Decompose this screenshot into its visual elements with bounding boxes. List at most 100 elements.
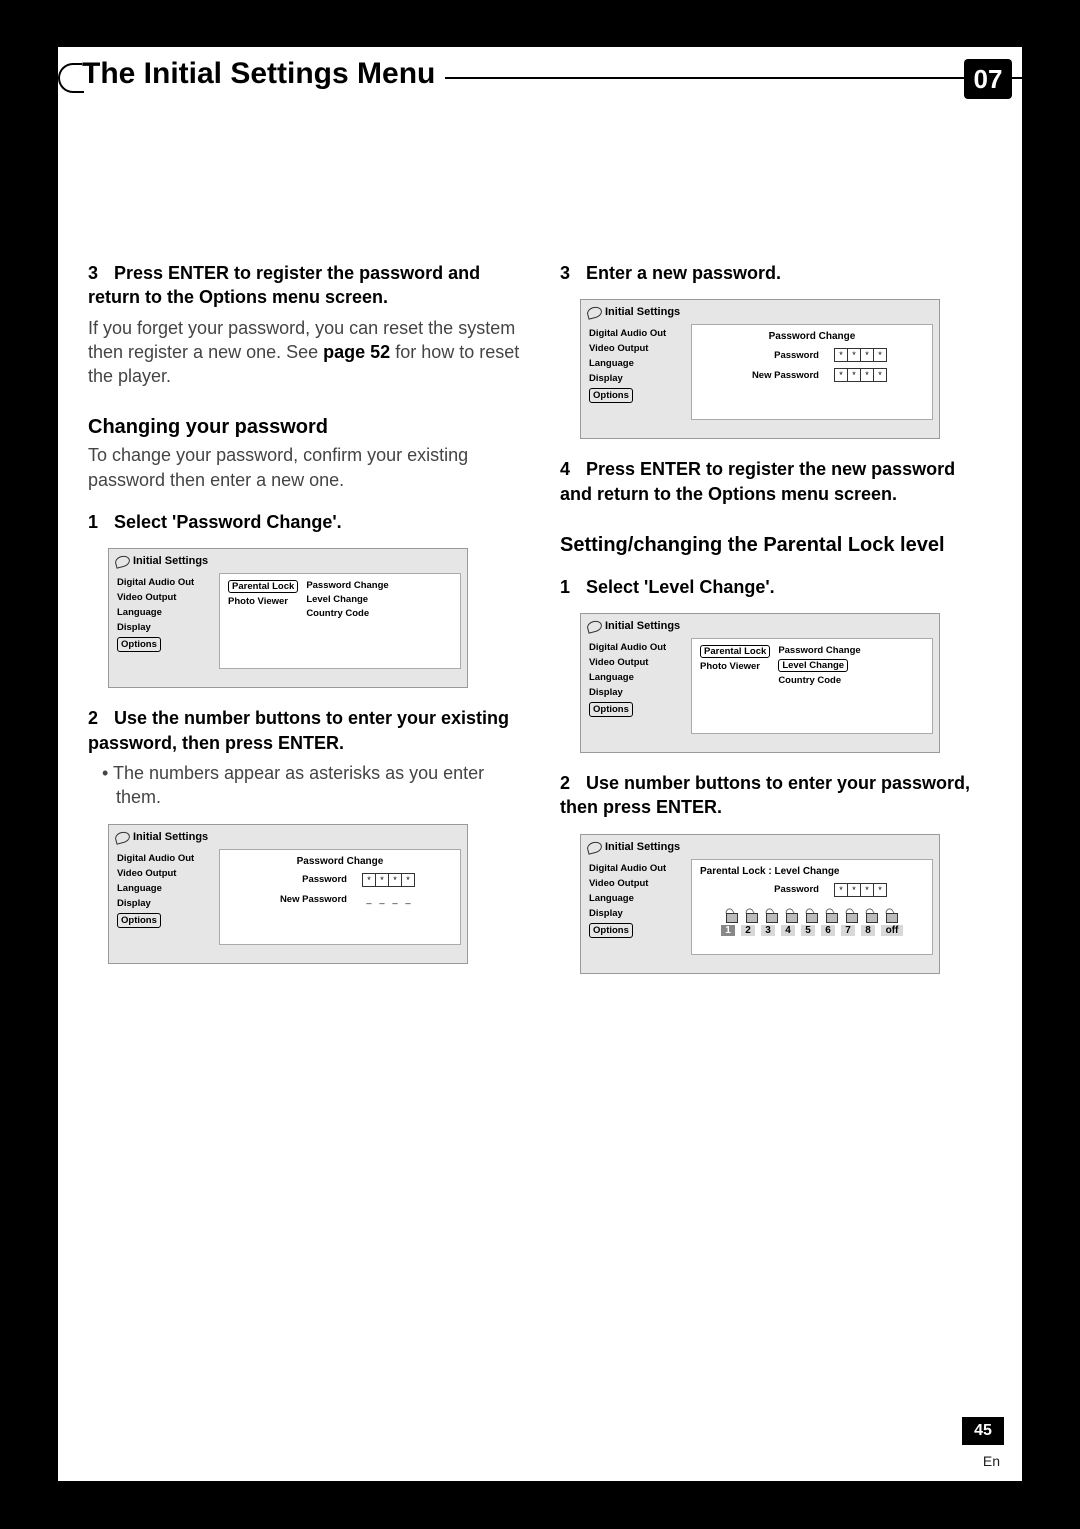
change-desc: To change your password, confirm your ex… <box>88 443 520 492</box>
sidebar-item: Language <box>587 891 685 906</box>
step-2-right: 2Use number buttons to enter your passwo… <box>560 771 992 820</box>
step-2-left: 2Use the number buttons to enter your ex… <box>88 706 520 755</box>
ui-level-change-menu: Initial Settings Digital Audio Out Video… <box>580 613 940 753</box>
forgot-text: If you forget your password, you can res… <box>88 316 520 389</box>
ui-sidebar: Digital Audio Out Video Output Language … <box>109 847 219 947</box>
ui-sidebar: Digital Audio Out Video Output Language … <box>581 322 691 422</box>
ui-level-change-password: Initial Settings Digital Audio Out Video… <box>580 834 940 974</box>
sidebar-item: Video Output <box>587 876 685 891</box>
level-3: 3 <box>761 925 775 936</box>
page-ref: page 52 <box>323 342 390 362</box>
level-6: 6 <box>821 925 835 936</box>
sidebar-digital-audio: Digital Audio Out <box>115 575 213 590</box>
step-4-text: Press ENTER to register the new password… <box>560 459 955 503</box>
sidebar-options-selected: Options <box>589 388 633 403</box>
sidebar-item: Digital Audio Out <box>587 640 685 655</box>
manual-page: The Initial Settings Menu 07 3 Press ENTE… <box>58 47 1022 1481</box>
pw-cells-empty <box>363 893 415 907</box>
step-3-left: 3Press ENTER to register the password an… <box>88 261 520 310</box>
menu-country-code: Country Code <box>778 675 860 686</box>
sidebar-item: Language <box>115 881 213 896</box>
sidebar-item: Video Output <box>115 866 213 881</box>
ui-title: Initial Settings <box>581 300 939 322</box>
newpw-label: New Password <box>265 894 347 905</box>
step-3r-text: Enter a new password. <box>586 263 781 283</box>
sidebar-options-selected: Options <box>117 637 161 652</box>
menu-country-code: Country Code <box>306 608 388 619</box>
chapter-title: The Initial Settings Menu <box>82 57 445 91</box>
step-1r-text: Select 'Level Change'. <box>586 577 775 597</box>
step-1-left: 1Select 'Password Change'. <box>88 510 520 534</box>
menu-level-change: Level Change <box>306 594 388 605</box>
level-4: 4 <box>781 925 795 936</box>
page-number: 45 <box>962 1417 1004 1445</box>
sidebar-item: Language <box>587 670 685 685</box>
step-1-text: Select 'Password Change'. <box>114 512 342 532</box>
sidebar-options-selected: Options <box>117 913 161 928</box>
pw-label: Password <box>265 874 347 885</box>
menu-password-change: Password Change <box>778 645 860 656</box>
pw-label: Password <box>737 884 819 895</box>
pw-cells: **** <box>835 348 887 362</box>
menu-level-change-selected: Level Change <box>778 659 848 672</box>
pw-header: Password Change <box>769 331 856 342</box>
level-7: 7 <box>841 925 855 936</box>
level-header: Parental Lock : Level Change <box>700 866 924 877</box>
ui-main: Password Change Password **** New Passwo… <box>691 324 933 420</box>
chapter-header: The Initial Settings Menu 07 <box>58 47 1022 103</box>
ui-sidebar: Digital Audio Out Video Output Language … <box>581 857 691 957</box>
ui-enter-existing-password: Initial Settings Digital Audio Out Video… <box>108 824 468 964</box>
section-changing-password: Changing your password <box>88 416 520 439</box>
bullet-text: The numbers appear as asterisks as you e… <box>113 763 484 807</box>
sidebar-options-selected: Options <box>589 923 633 938</box>
sidebar-item: Display <box>587 685 685 700</box>
section-parental-lock: Setting/changing the Parental Lock level <box>560 534 992 557</box>
ui-title: Initial Settings <box>581 835 939 857</box>
menu-photo-viewer: Photo Viewer <box>228 596 298 607</box>
content-columns: 3 Press ENTER to register the password an… <box>58 103 1022 982</box>
newpw-label: New Password <box>737 370 819 381</box>
level-2: 2 <box>741 925 755 936</box>
pw-cells-filled: **** <box>363 873 415 887</box>
sidebar-display: Display <box>115 620 213 635</box>
step-1-right: 1Select 'Level Change'. <box>560 575 992 599</box>
ui-password-change-menu: Initial Settings Digital Audio Out Video… <box>108 548 468 688</box>
pw-header: Password Change <box>297 856 384 867</box>
ui-title: Initial Settings <box>581 614 939 636</box>
sidebar-options-selected: Options <box>589 702 633 717</box>
step-2-text: Use the number buttons to enter your exi… <box>88 708 509 752</box>
pw-cells: **** <box>835 883 887 897</box>
chapter-number: 07 <box>964 59 1012 99</box>
step-3-right: 3Enter a new password. <box>560 261 992 285</box>
ui-enter-new-password: Initial Settings Digital Audio Out Video… <box>580 299 940 439</box>
ui-sidebar: Digital Audio Out Video Output Language … <box>109 571 219 671</box>
level-numbers: 1 2 3 4 5 6 7 8 off <box>700 925 924 936</box>
ui-title: Initial Settings <box>109 549 467 571</box>
header-pill <box>58 63 84 93</box>
sidebar-item: Display <box>587 371 685 386</box>
step-4-right: 4Press ENTER to register the new passwor… <box>560 457 992 506</box>
sidebar-video-output: Video Output <box>115 590 213 605</box>
sidebar-item: Digital Audio Out <box>587 861 685 876</box>
menu-parental-lock: Parental Lock <box>228 580 298 593</box>
sidebar-item: Digital Audio Out <box>115 851 213 866</box>
sidebar-item: Video Output <box>587 341 685 356</box>
pw-label: Password <box>737 350 819 361</box>
sidebar-item: Display <box>115 896 213 911</box>
left-column: 3Press ENTER to register the password an… <box>88 243 520 982</box>
ui-sidebar: Digital Audio Out Video Output Language … <box>581 636 691 736</box>
menu-password-change: Password Change <box>306 580 388 591</box>
level-off: off <box>881 925 903 936</box>
step-2r-text: Use number buttons to enter your passwor… <box>560 773 970 817</box>
page-language: En <box>983 1453 1000 1469</box>
step-3-text: Press ENTER to register the password and… <box>88 263 480 307</box>
sidebar-language: Language <box>115 605 213 620</box>
level-5: 5 <box>801 925 815 936</box>
ui-main: Parental Lock Photo Viewer Password Chan… <box>691 638 933 734</box>
sidebar-item: Language <box>587 356 685 371</box>
ui-main: Parental Lock : Level Change Password **… <box>691 859 933 955</box>
sidebar-item: Display <box>587 906 685 921</box>
sidebar-item: Digital Audio Out <box>587 326 685 341</box>
right-column: 3Enter a new password. Initial Settings … <box>560 243 992 982</box>
level-1: 1 <box>721 925 735 936</box>
